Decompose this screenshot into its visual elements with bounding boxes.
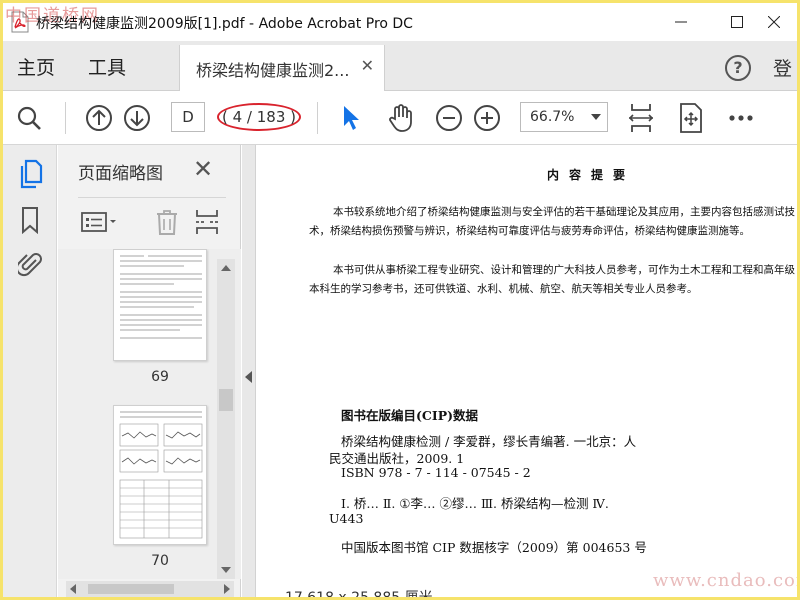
select-cursor-icon [344,106,359,130]
help-icon[interactable]: ? [725,55,751,81]
window-title: 桥梁结构健康监测2009版[1].pdf - Adobe Acrobat Pro… [36,16,413,32]
page-count: ( 4 / 183 ) [217,103,301,131]
search-button[interactable] [11,100,47,136]
separator [65,102,66,134]
next-page-icon [124,105,150,131]
summary-paragraph-1: 本书较系统地介绍了桥梁结构健康监测与安全评估的若干基础理论及其应用，主要内容包括… [309,206,795,237]
tab-tools[interactable]: 工具 [88,53,126,80]
bookmark-icon [22,207,38,234]
zoom-in-button[interactable] [469,100,505,136]
close-panel-icon[interactable]: ✕ [193,155,213,183]
prev-page-button[interactable] [81,100,117,136]
collapse-arrow-icon [245,371,252,383]
insert-page-button[interactable] [192,207,222,237]
scroll-thumb[interactable] [88,584,174,594]
pages-panel-button[interactable] [15,159,45,189]
thumbnail-label: 70 [151,553,169,569]
chevron-down-icon [591,114,601,120]
tab-home[interactable]: 主页 [17,53,55,80]
watermark-bottom: www.cndao.com [653,570,797,591]
zoom-value: 66.7% [530,109,575,125]
attachments-panel-button[interactable] [15,249,45,279]
delete-page-button[interactable] [152,207,182,237]
collapse-panel-handle[interactable] [242,145,256,597]
zoom-out-icon [436,105,462,131]
document-view[interactable]: 内容提要 本书较系统地介绍了桥梁结构健康监测与安全评估的若干基础理论及其应用，主… [257,145,797,597]
divider [78,197,226,198]
scroll-mode-button[interactable] [673,100,709,136]
separator [317,102,318,134]
thumbnail-options-button[interactable] [80,207,120,237]
page-thumbnails-panel: 页面缩略图 ✕ 69 70 [58,145,241,597]
close-tab-icon[interactable]: ✕ [361,56,374,75]
more-icon [729,115,753,121]
summary-paragraph-2: 本书可供从事桥梁工程专业研究、设计和管理的广大科技人员参考，可作为土木工程和工程… [309,264,795,295]
cip-title: 图书在版编目(CIP)数据 [341,408,479,423]
zoom-out-button[interactable] [431,100,467,136]
minimize-icon [675,21,687,23]
close-icon [768,16,780,28]
cip-line: 中国版本图书馆 CIP 数据核字（2009）第 004653 号 [341,540,647,555]
hand-tool-button[interactable] [383,100,419,136]
insert-page-icon [196,210,218,234]
options-icon [81,212,116,232]
attachment-icon [18,253,42,277]
cip-line: U443 [329,511,364,526]
acrobat-window: 中国道桥网 桥梁结构健康监测2009版[1].pdf - Adobe Acrob… [3,3,797,597]
login-button[interactable]: 登 [773,54,792,81]
zoom-in-icon [474,105,500,131]
delete-icon [157,210,177,235]
scroll-up-icon[interactable] [221,265,231,271]
cip-line: ISBN 978 - 7 - 114 - 07545 - 2 [341,465,531,480]
tab-bar: 主页 工具 桥梁结构健康监测2... ✕ ? 登 [3,41,797,91]
thumbnail-page-70[interactable] [113,405,207,545]
thumbnail-label: 69 [151,369,169,385]
scroll-down-icon[interactable] [221,567,231,573]
thumbnail-list: 69 70 [58,249,241,579]
document-tab-label: 桥梁结构健康监测2... [196,61,350,80]
bookmarks-panel-button[interactable] [15,205,45,235]
fit-page-button[interactable] [623,100,659,136]
toolbar: D ( 4 / 183 ) 66.7% [3,92,797,145]
minimize-button[interactable] [658,3,704,41]
zoom-select[interactable]: 66.7% [520,102,608,132]
scroll-right-icon[interactable] [224,584,230,594]
select-tool-button[interactable] [333,100,369,136]
thumbnail-hscrollbar[interactable] [66,581,234,597]
pages-icon [20,159,43,189]
page-preview [120,255,202,339]
scroll-thumb[interactable] [219,389,233,411]
cip-line: Ⅰ. 桥… Ⅱ. ①李… ②缪… Ⅲ. 桥梁结构—检测 Ⅳ. [341,496,609,511]
maximize-icon [731,16,743,28]
navigation-rail [3,145,57,597]
next-page-button[interactable] [119,100,155,136]
thumbnail-scrollbar[interactable] [217,259,235,579]
search-icon [17,106,41,130]
thumbnail-page-69[interactable] [113,249,207,361]
prev-page-icon [86,105,112,131]
page-heading: 内容提要 [547,168,636,182]
page-number-input[interactable]: D [171,102,205,132]
tab-document[interactable]: 桥梁结构健康监测2... ✕ [179,45,385,91]
hand-tool-icon [389,104,412,132]
more-tools-button[interactable] [723,100,759,136]
page-size-readout: 17.618 x 25.885 厘米 [285,587,433,597]
page-preview [119,411,203,539]
panel-title: 页面缩略图 [78,164,163,184]
fit-page-icon [628,104,654,132]
scroll-left-icon[interactable] [70,584,76,594]
scroll-mode-icon [680,103,702,133]
title-bar: 中国道桥网 桥梁结构健康监测2009版[1].pdf - Adobe Acrob… [3,3,797,41]
close-window-button[interactable] [751,3,797,41]
